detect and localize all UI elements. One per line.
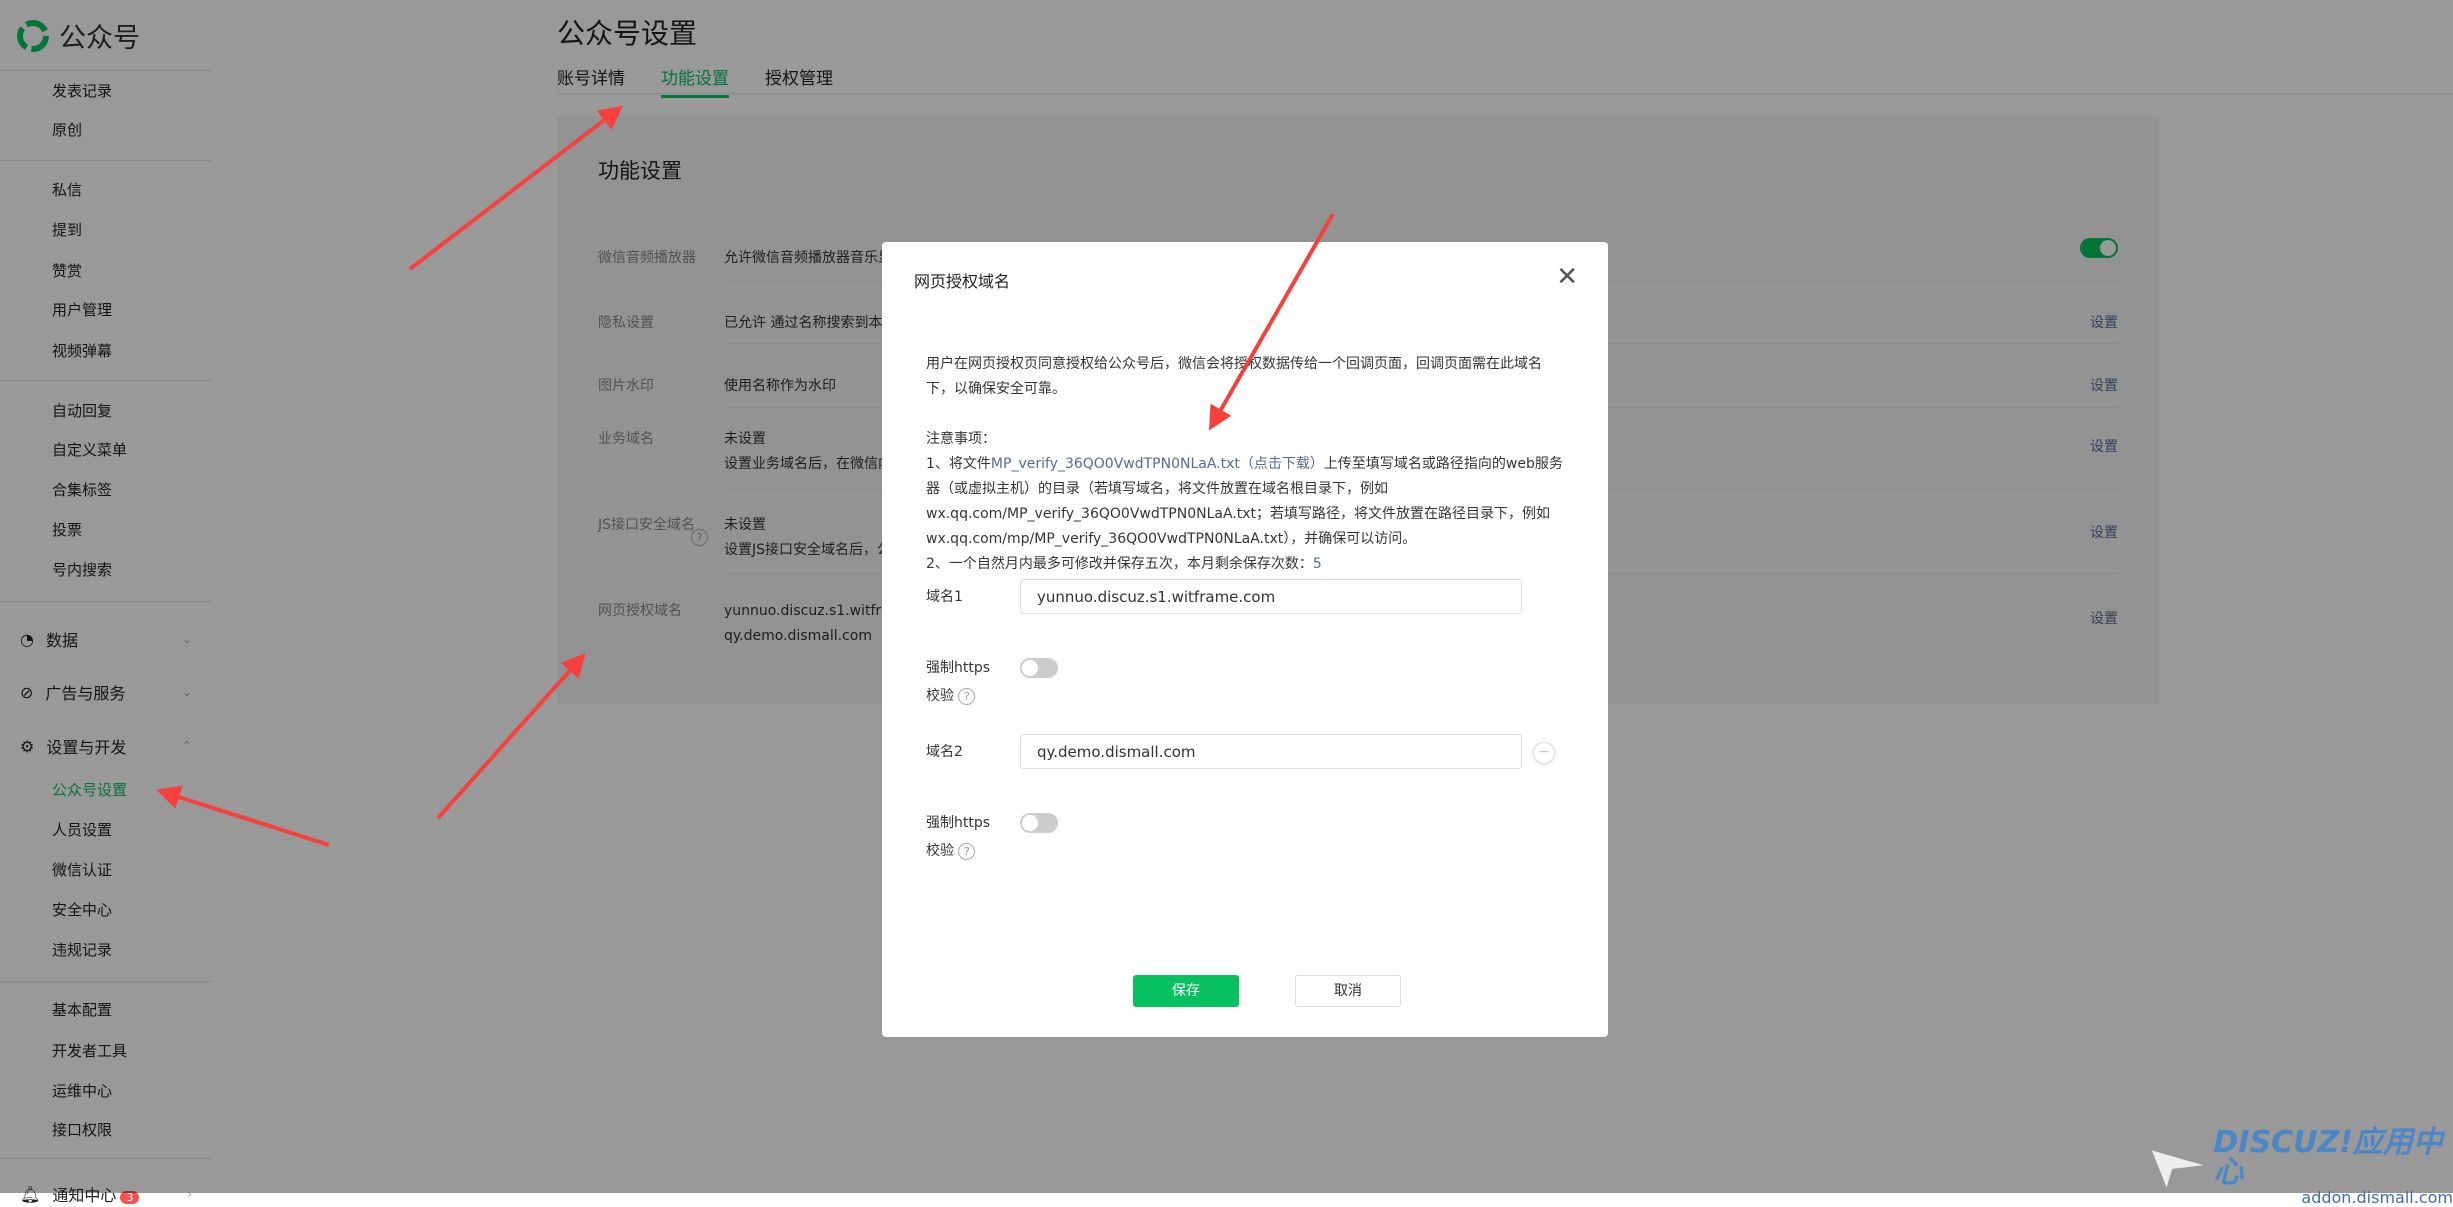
arrow-to-row (436, 653, 586, 820)
discuz-watermark: DISCUZ!应用中心 addon.dismall.com (2150, 1128, 2453, 1207)
watermark-url: addon.dismall.com (2301, 1188, 2453, 1207)
arrow-to-sidebar (156, 785, 330, 847)
arrow-to-tab (408, 105, 624, 271)
watermark-brand: DISCUZ!应用中心 (2213, 1125, 2443, 1190)
paper-plane-icon (2151, 1149, 2204, 1187)
annotation-arrows (156, 105, 1335, 847)
arrow-to-file (1209, 213, 1335, 431)
